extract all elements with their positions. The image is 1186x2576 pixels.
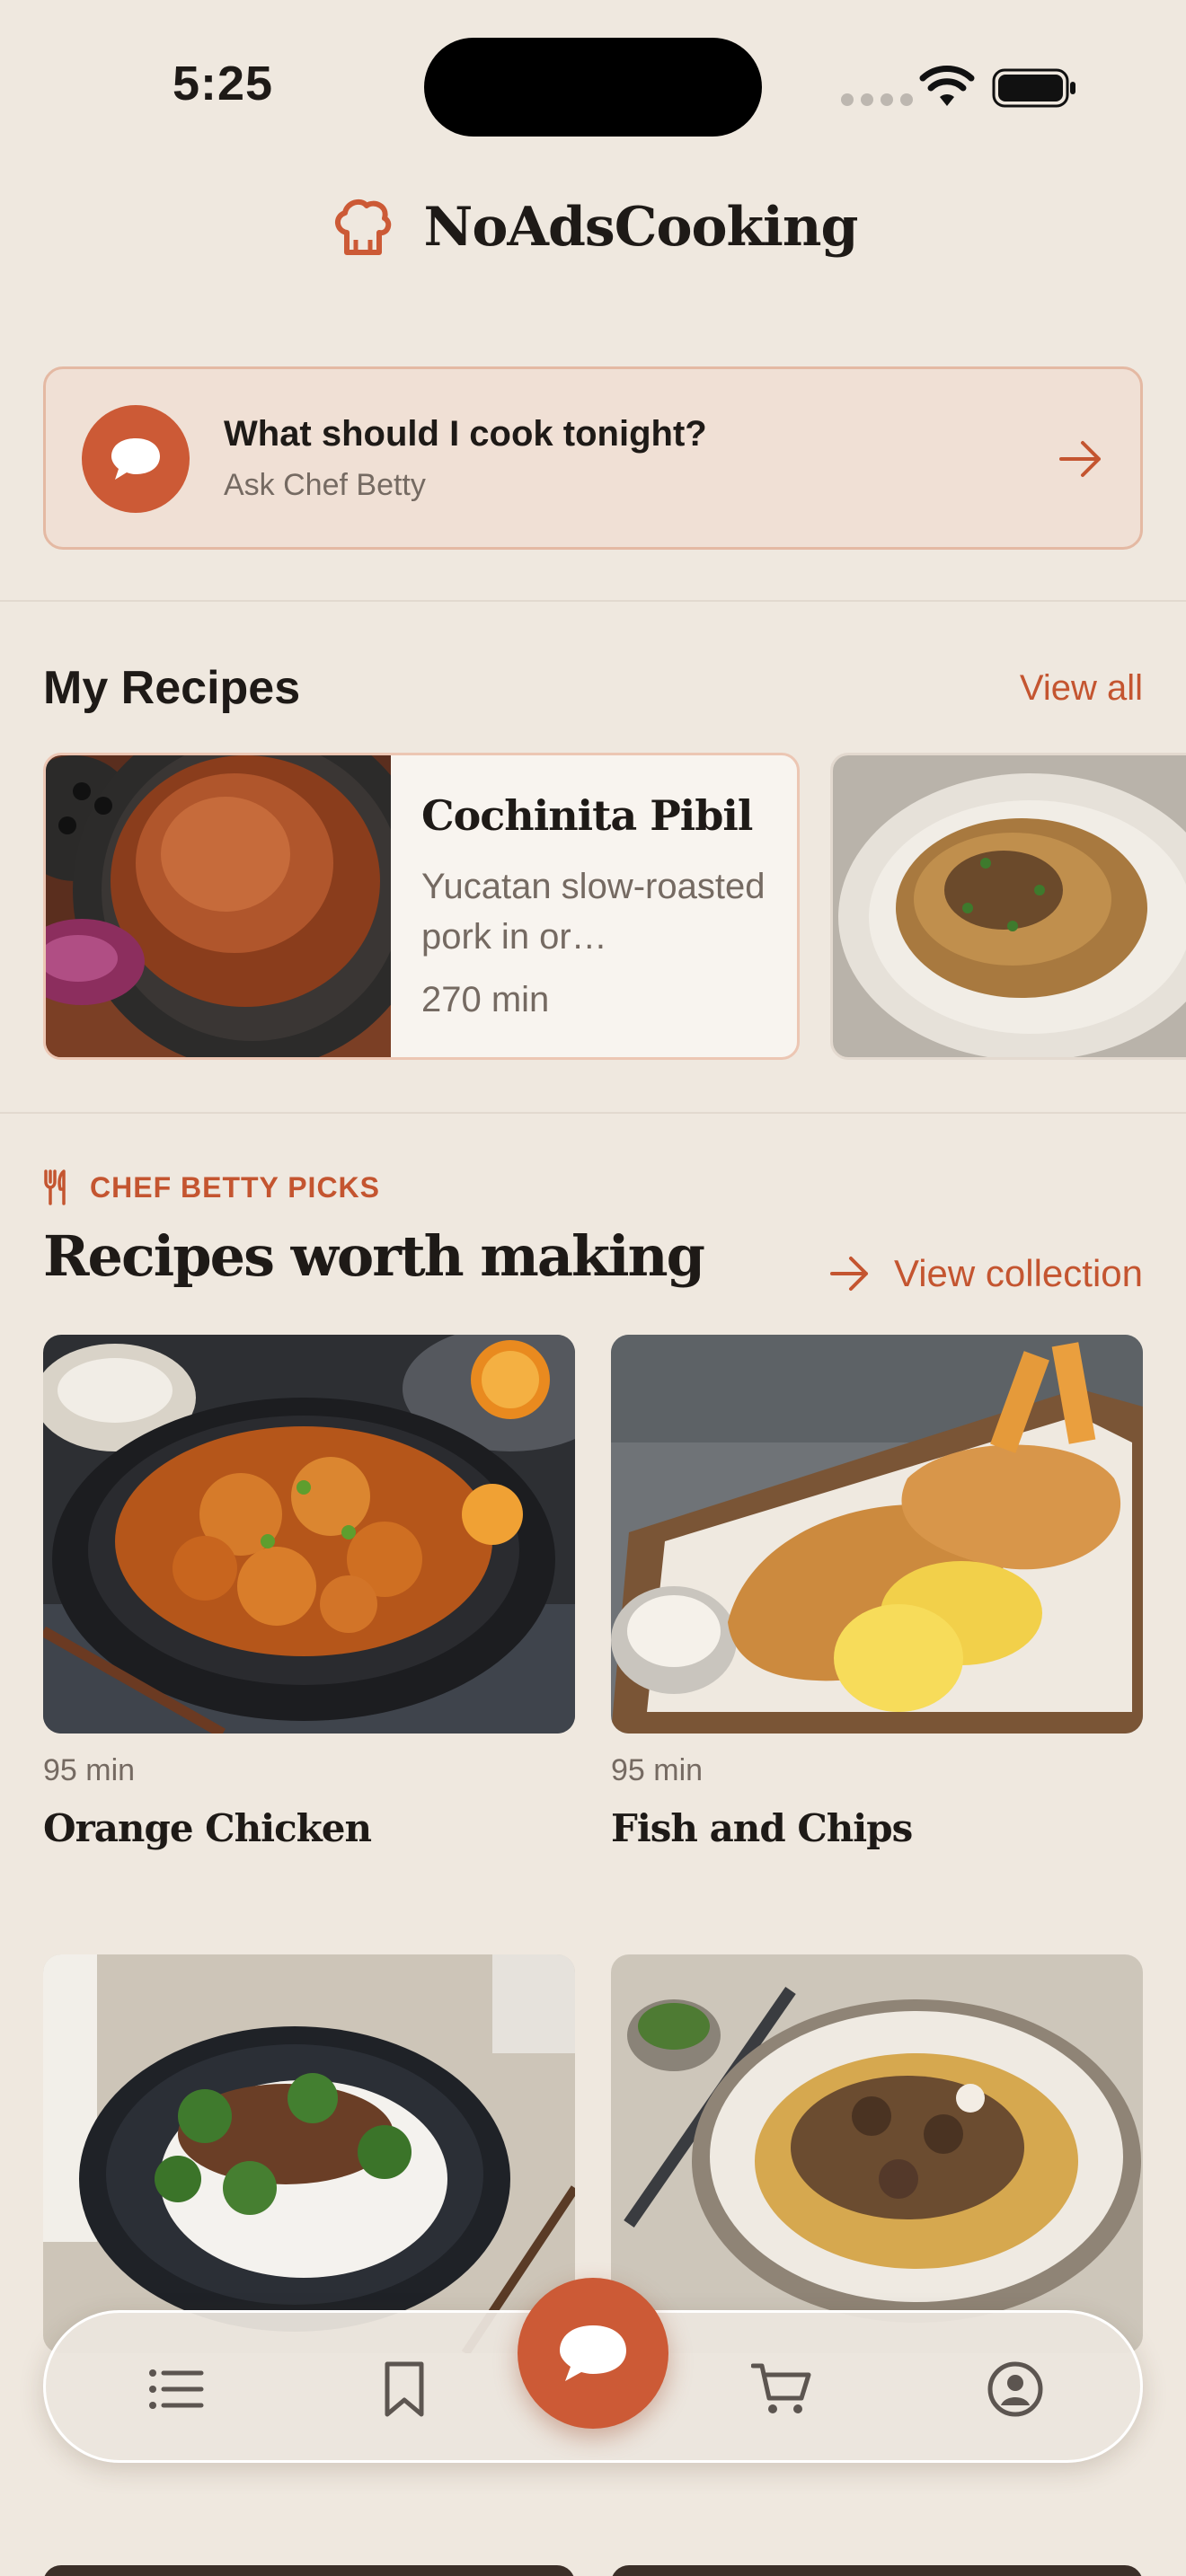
recipe-tile[interactable]: 95 min Orange Chicken [43,1335,575,1850]
recipe-tile[interactable] [611,2565,1143,2576]
battery-icon [992,68,1075,108]
recipe-image [611,1954,1143,2353]
chat-bubble-icon [82,405,190,513]
recipe-image [43,1954,575,2353]
divider [0,1112,1186,1114]
picks-title: Recipes worth making [43,1223,705,1289]
divider [0,600,1186,602]
bookmark-icon [385,2361,424,2417]
arrow-right-icon [829,1257,868,1291]
app-header: NoAdsCooking [0,187,1186,268]
ask-chef-card[interactable]: What should I cook tonight? Ask Chef Bet… [43,366,1143,550]
dynamic-island [424,38,762,137]
view-collection-label: View collection [893,1252,1143,1294]
my-recipes-title: My Recipes [43,662,301,714]
nav-profile[interactable] [984,2358,1047,2421]
recipe-name: Cochinita Pibil [421,791,753,840]
recipe-image [833,755,1186,1057]
recipe-image [611,1335,1143,1734]
recipe-card[interactable]: Cochinita Pibil Yucatan slow-roasted por… [43,753,800,1060]
ask-card-subtitle: Ask Chef Betty [224,468,426,502]
app-screen: 5:25 NoAdsCooking What should I cook ton… [0,0,1186,2576]
recipe-time: 95 min [43,1753,136,1787]
chef-picks-label-text: CHEF BETTY PICKS [90,1170,380,1204]
ask-card-title: What should I cook tonight? [224,414,707,454]
recipe-tile[interactable]: 95 min Fish and Chips [611,1335,1143,1850]
recipe-name: Fish and Chips [611,1806,913,1850]
recipe-name: Orange Chicken [43,1806,372,1850]
nav-list[interactable] [145,2358,208,2421]
view-all-link[interactable]: View all [1020,668,1143,709]
status-time: 5:25 [173,57,274,110]
cart-icon [751,2363,811,2413]
recipe-card[interactable] [830,753,1186,1060]
status-bar: 5:25 [0,0,1186,153]
recipe-time: 95 min [611,1753,704,1787]
recipe-image [46,755,391,1057]
recipe-image [43,1335,575,1734]
wifi-icon [919,66,975,106]
recipe-time: 270 min [421,980,550,1019]
recipe-tile[interactable] [611,1954,1143,2353]
chef-picks-label: CHEF BETTY PICKS [43,1169,380,1205]
nav-cart[interactable] [750,2358,813,2421]
nav-saved[interactable] [373,2358,436,2421]
fork-knife-icon [44,1169,66,1205]
chat-bubble-icon [560,2325,626,2381]
app-title: NoAdsCooking [423,196,859,259]
recipe-tile[interactable] [43,2565,575,2576]
recipe-tile[interactable] [43,1954,575,2353]
cellular-signal-icon [841,93,913,106]
view-collection-link[interactable]: View collection [829,1252,1143,1295]
chef-hat-icon [334,198,391,255]
chat-button[interactable] [518,2278,668,2429]
list-icon [149,2369,204,2409]
arrow-right-icon [1059,441,1101,477]
profile-icon [987,2361,1043,2417]
recipe-description: Yucatan slow-roasted pork in or… [421,867,766,957]
